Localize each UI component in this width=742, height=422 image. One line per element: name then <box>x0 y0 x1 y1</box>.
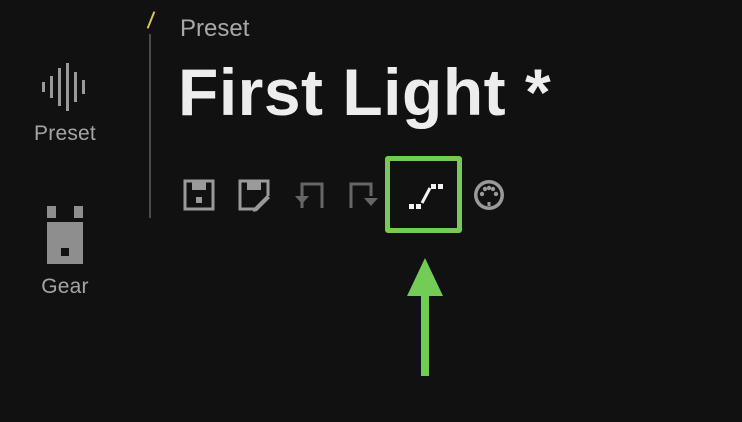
save-icon <box>183 179 215 211</box>
automation-button[interactable] <box>407 176 445 214</box>
preset-title[interactable]: First Light * <box>178 56 551 129</box>
automation-curve-icon <box>409 184 443 209</box>
divider-accent <box>146 11 156 29</box>
midi-icon <box>474 180 504 210</box>
undo-icon <box>295 182 324 208</box>
section-label: Preset <box>180 15 250 42</box>
save-as-icon <box>238 179 270 212</box>
sidebar-item-gear[interactable]: Gear <box>20 206 110 299</box>
undo-button[interactable] <box>292 178 326 212</box>
waveform-icon <box>42 63 85 111</box>
amp-icon <box>47 206 83 264</box>
divider <box>149 34 151 218</box>
redo-button[interactable] <box>347 178 381 212</box>
sidebar-item-preset[interactable]: Preset <box>20 62 110 146</box>
midi-button[interactable] <box>472 178 506 212</box>
save-as-button[interactable] <box>237 178 271 212</box>
sidebar-item-label: Preset <box>34 122 96 145</box>
pointer-arrow <box>407 258 443 376</box>
redo-icon <box>349 182 378 208</box>
sidebar-item-label: Gear <box>41 275 89 298</box>
save-button[interactable] <box>182 178 216 212</box>
